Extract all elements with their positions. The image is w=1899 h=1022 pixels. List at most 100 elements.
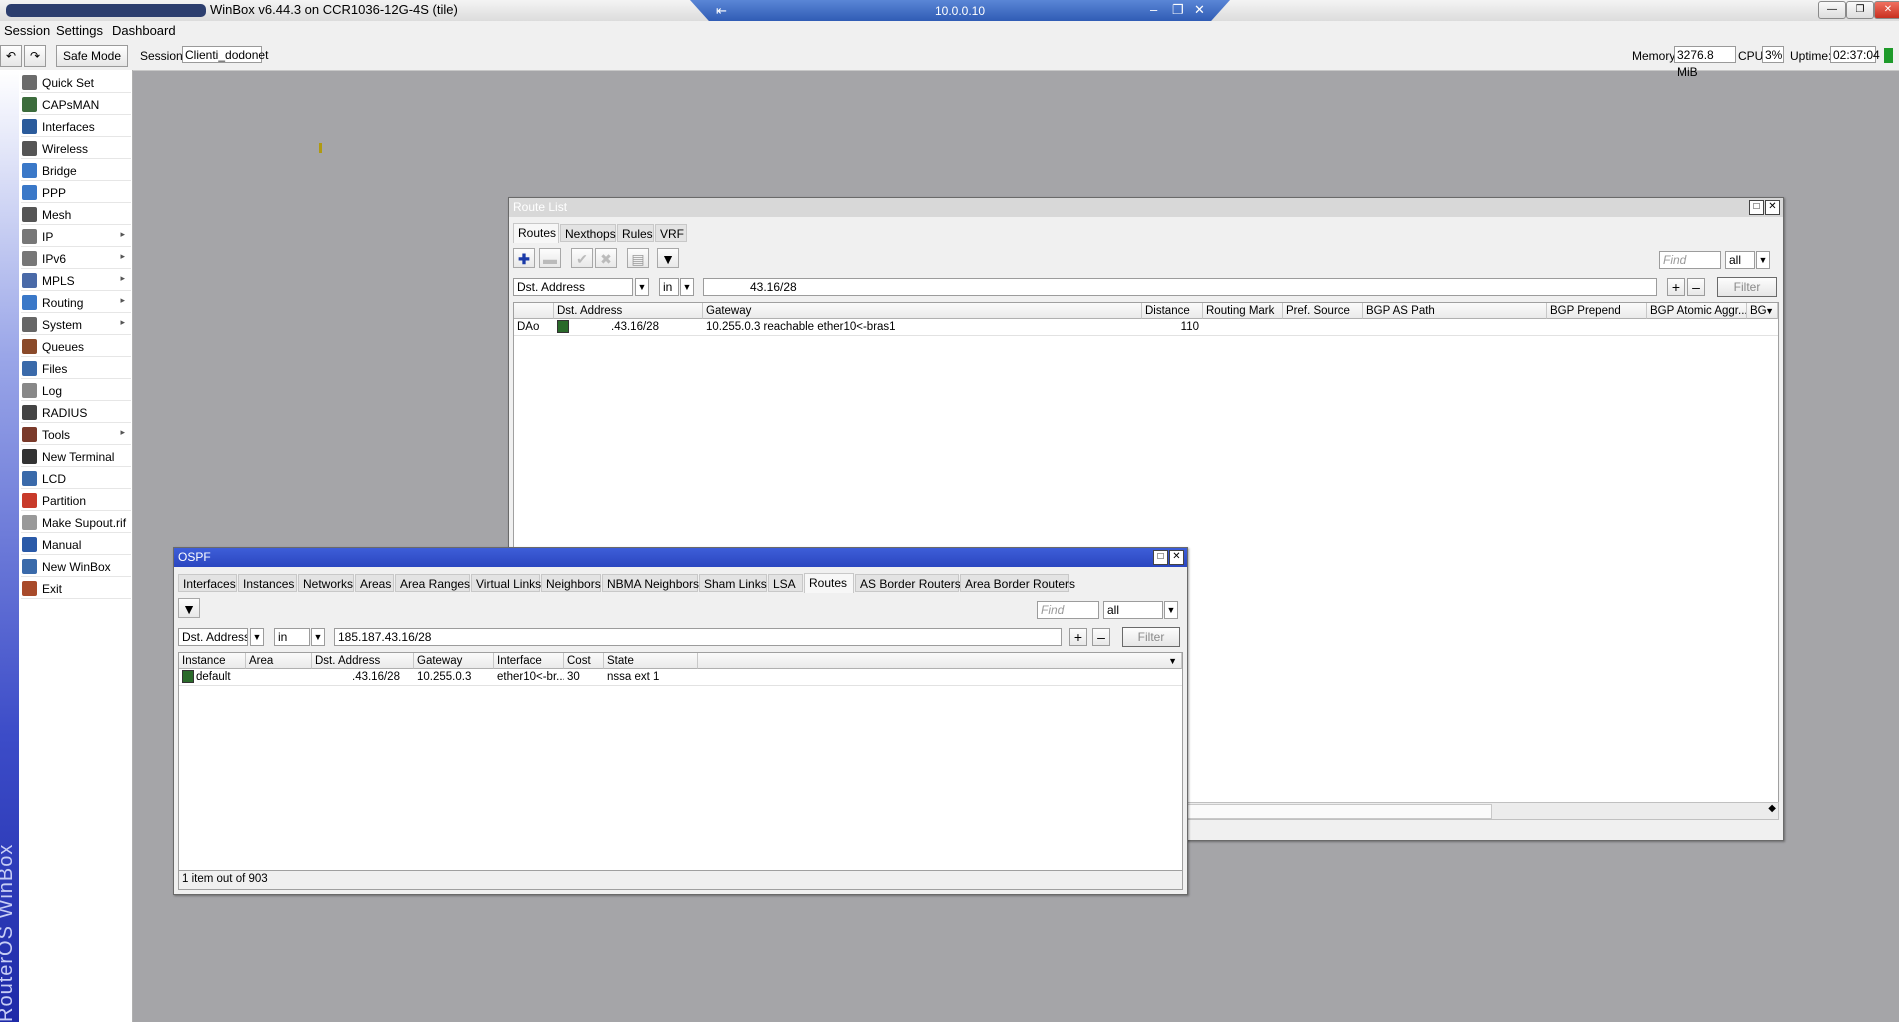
filter-toggle-button[interactable]: ▼ [657,248,679,268]
filter-op-select[interactable]: in [659,278,679,296]
column-header-dst-address[interactable]: Dst. Address [312,653,414,669]
sidebar-item-new-terminal[interactable]: New Terminal [21,446,131,467]
tab-nexthops[interactable]: Nexthops [560,224,616,242]
tab-virtual-links[interactable]: Virtual Links [471,574,541,592]
tab-nbma-neighbors[interactable]: NBMA Neighbors [602,574,699,592]
remove-button[interactable]: ▬ [539,248,561,268]
tab-vrf[interactable]: VRF [655,224,687,242]
filter-value-input[interactable]: 43.16/28 [703,278,1657,296]
column-header-area[interactable]: Area [246,653,312,669]
remote-minimize-icon[interactable]: – [1150,2,1157,17]
filter-button[interactable]: Filter [1717,277,1777,297]
sidebar-item-system[interactable]: System ▸ [21,314,131,335]
tab-area-ranges[interactable]: Area Ranges [395,574,470,592]
tab-area-border-routers[interactable]: Area Border Routers [960,574,1075,592]
safe-mode-button[interactable]: Safe Mode [56,45,128,67]
column-header-instance[interactable]: Instance [179,653,246,669]
sidebar-item-routing[interactable]: Routing ▸ [21,292,131,313]
column-header-more[interactable]: ▼ [698,653,1182,669]
find-input[interactable]: Find [1037,601,1099,619]
find-input[interactable]: Find [1659,251,1721,269]
session-field[interactable]: Clienti_dodonet [182,46,268,63]
sidebar-item-manual[interactable]: Manual [21,534,131,555]
remote-restore-icon[interactable]: ❐ [1172,2,1184,18]
column-header-distance[interactable]: Distance [1142,303,1203,319]
sidebar-item-mesh[interactable]: Mesh [21,204,131,225]
filter-value-input[interactable]: 185.187.43.16/28 [334,628,1062,646]
remove-filter-button[interactable]: – [1092,628,1110,646]
remote-close-icon[interactable]: ✕ [1194,2,1205,18]
tab-routes[interactable]: Routes [513,223,559,243]
tab-rules[interactable]: Rules [617,224,654,242]
filter-op-dropdown[interactable]: ▼ [680,278,694,296]
sidebar-item-tools[interactable]: Tools ▸ [21,424,131,445]
column-header-bgp-as-path[interactable]: BGP AS Path [1363,303,1547,319]
sidebar-item-queues[interactable]: Queues [21,336,131,357]
sidebar-item-ip[interactable]: IP ▸ [21,226,131,247]
column-header-bgp-atomic-aggr[interactable]: BGP Atomic Aggr... [1647,303,1747,319]
column-header-interface[interactable]: Interface [494,653,564,669]
sidebar-item-quick-set[interactable]: Quick Set [21,72,131,93]
add-filter-button[interactable]: + [1069,628,1087,646]
chevron-down-icon[interactable]: ▼ [1765,303,1774,318]
undo-button[interactable]: ↶ [0,45,22,67]
tab-lsa[interactable]: LSA [768,574,803,592]
column-header-bg[interactable]: BG ▼ [1747,303,1778,319]
sidebar-item-log[interactable]: Log [21,380,131,401]
table-row[interactable]: default .43.16/28 10.255.0.3 ether10<-br… [179,669,1182,686]
maximize-icon[interactable]: □ [1749,200,1764,215]
sidebar-item-files[interactable]: Files [21,358,131,379]
sidebar-item-lcd[interactable]: LCD [21,468,131,489]
minimize-button[interactable]: — [1818,1,1846,19]
tab-neighbors[interactable]: Neighbors [541,574,601,592]
restore-button[interactable]: ❐ [1846,1,1874,19]
comment-button[interactable]: ▤ [627,248,649,268]
redo-button[interactable]: ↷ [24,45,46,67]
sidebar-item-bridge[interactable]: Bridge [21,160,131,181]
menu-settings[interactable]: Settings [56,23,103,38]
sidebar-item-make-supout-rif[interactable]: Make Supout.rif [21,512,131,533]
column-header-routing-mark[interactable]: Routing Mark [1203,303,1283,319]
sidebar-item-ppp[interactable]: PPP [21,182,131,203]
filter-button[interactable]: Filter [1122,627,1180,647]
filter-field-dropdown[interactable]: ▼ [250,628,264,646]
tab-as-border-routers[interactable]: AS Border Routers [855,574,961,592]
tab-areas[interactable]: Areas [355,574,394,592]
sidebar-item-radius[interactable]: RADIUS [21,402,131,423]
add-filter-button[interactable]: + [1667,278,1685,296]
column-header-gateway[interactable]: Gateway [703,303,1142,319]
column-header-flags[interactable] [514,303,554,319]
filter-field-dropdown[interactable]: ▼ [635,278,649,296]
close-icon[interactable]: ✕ [1169,550,1184,565]
column-header-cost[interactable]: Cost [564,653,604,669]
menu-dashboard[interactable]: Dashboard [112,23,176,38]
filter-field-select[interactable]: Dst. Address [178,628,248,646]
sidebar-item-capsman[interactable]: CAPsMAN [21,94,131,115]
find-scope-dropdown[interactable]: ▼ [1164,601,1178,619]
find-scope-dropdown[interactable]: ▼ [1756,251,1770,269]
filter-op-select[interactable]: in [274,628,310,646]
sidebar-item-new-winbox[interactable]: New WinBox [21,556,131,577]
add-button[interactable]: ✚ [513,248,535,268]
sidebar-item-exit[interactable]: Exit [21,578,131,599]
filter-field-select[interactable]: Dst. Address [513,278,633,296]
filter-toggle-button[interactable]: ▼ [178,598,200,618]
find-scope-select[interactable]: all [1103,601,1163,619]
tab-instances[interactable]: Instances [238,574,297,592]
column-header-gateway[interactable]: Gateway [414,653,494,669]
column-header-bgp-prepend[interactable]: BGP Prepend [1547,303,1647,319]
close-button[interactable]: ✕ [1874,1,1899,19]
chevron-down-icon[interactable]: ▼ [1168,653,1177,668]
sidebar-item-partition[interactable]: Partition [21,490,131,511]
table-row[interactable]: DAo .43.16/28 10.255.0.3 reachable ether… [514,319,1778,336]
sidebar-item-wireless[interactable]: Wireless [21,138,131,159]
column-header-pref-source[interactable]: Pref. Source [1283,303,1363,319]
column-header-dst-address[interactable]: Dst. Address [554,303,703,319]
tab-interfaces[interactable]: Interfaces [178,574,237,592]
filter-op-dropdown[interactable]: ▼ [311,628,325,646]
enable-button[interactable]: ✔ [571,248,593,268]
close-icon[interactable]: ✕ [1765,200,1780,215]
tab-networks[interactable]: Networks [298,574,354,592]
remove-filter-button[interactable]: – [1687,278,1705,296]
scroll-right-icon[interactable]: ◆ [1768,803,1776,814]
